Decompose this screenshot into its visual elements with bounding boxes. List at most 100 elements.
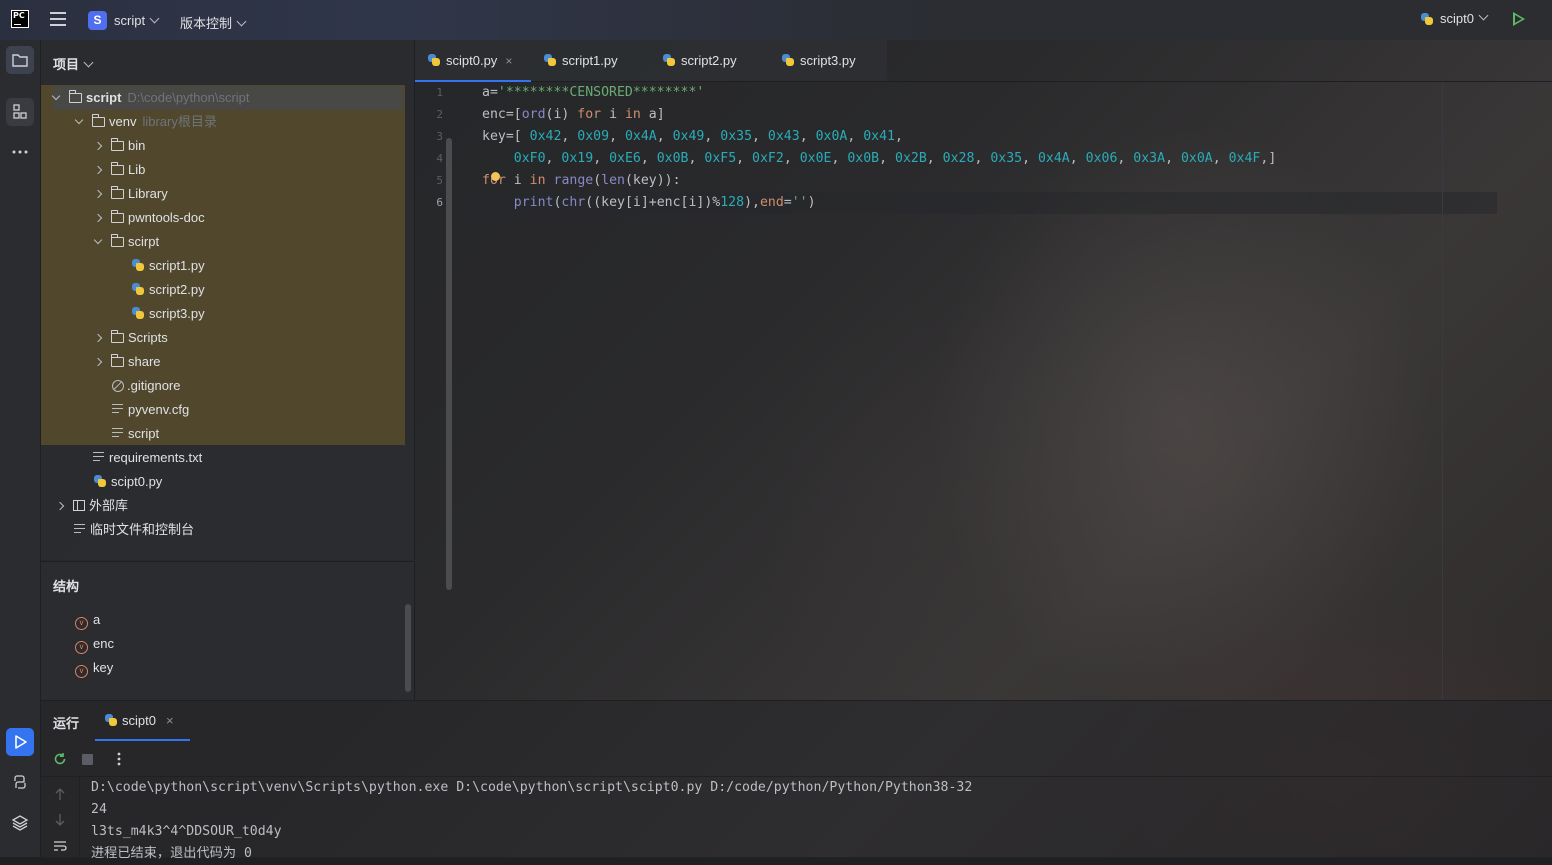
chevron-right-icon[interactable]	[93, 189, 103, 199]
run-config-name: scipt0	[1440, 11, 1474, 26]
chevron-down-icon[interactable]	[51, 91, 61, 101]
tree-item[interactable]: 临时文件和控制台	[57, 518, 194, 542]
soft-wrap-icon[interactable]	[52, 839, 68, 853]
chevron-down-icon[interactable]	[93, 235, 103, 245]
run-config-selector[interactable]: scipt0	[1420, 10, 1489, 26]
tree-item[interactable]: Lib	[93, 158, 145, 182]
python-icon	[662, 53, 676, 67]
main-menu-icon[interactable]	[50, 12, 66, 26]
tree-item[interactable]: pyvenv.cfg	[95, 398, 189, 422]
close-icon[interactable]: ×	[166, 713, 174, 728]
vcs-menu[interactable]: 版本控制	[180, 13, 247, 32]
close-icon[interactable]: ×	[505, 54, 512, 68]
tree-item[interactable]: bin	[93, 134, 145, 158]
tree-item-label: pyvenv.cfg	[128, 402, 190, 417]
tree-item[interactable]: script D:\code\python\script	[51, 86, 403, 110]
structure-tool-button[interactable]	[6, 98, 34, 126]
python-console-button[interactable]	[6, 768, 34, 796]
scroll-up-icon[interactable]	[54, 787, 66, 801]
tree-item[interactable]: venv library根目录	[74, 110, 217, 134]
run-icon[interactable]	[1513, 12, 1525, 26]
project-badge-icon[interactable]: S	[88, 11, 107, 30]
tab-label: scipt0.py	[446, 53, 498, 68]
chevron-right-icon[interactable]	[93, 333, 103, 343]
line-number: 6	[436, 196, 443, 209]
code-line[interactable]: 0xF0, 0x19, 0xE6, 0x0B, 0xF5, 0xF2, 0x0E…	[482, 148, 1277, 170]
console-line: D:\code\python\script\venv\Scripts\pytho…	[91, 780, 973, 795]
ignore-file-icon	[112, 380, 124, 392]
tree-item[interactable]: .gitignore	[95, 374, 180, 398]
run-tool-button[interactable]	[6, 728, 34, 756]
run-panel: 运行 scipt0 × D:\code\python\script\venv\Sc…	[41, 700, 1552, 861]
more-vertical-icon[interactable]	[113, 751, 125, 767]
variable-icon: v	[75, 641, 88, 654]
text-file-icon	[112, 404, 123, 414]
chevron-down-icon[interactable]	[74, 115, 84, 125]
console-line: 24	[91, 802, 107, 817]
folder-icon	[111, 210, 124, 223]
run-tab-indicator	[95, 739, 190, 741]
tab-scipt0[interactable]: scipt0.py ×	[415, 40, 531, 82]
structure-item[interactable]: v key	[75, 656, 113, 680]
stop-icon[interactable]	[82, 754, 93, 765]
chevron-right-icon[interactable]	[93, 165, 103, 175]
tree-item[interactable]: share	[93, 350, 161, 374]
text-file-icon	[93, 452, 104, 462]
structure-scrollbar[interactable]	[405, 604, 411, 692]
scroll-down-icon[interactable]	[54, 813, 66, 827]
tree-item-label: pwntools-doc	[128, 210, 205, 225]
rerun-icon[interactable]	[52, 751, 68, 767]
code-line[interactable]: a='********CENSORED********'	[482, 82, 704, 104]
project-switcher[interactable]: script	[114, 13, 160, 28]
folder-icon	[111, 162, 124, 175]
tab-script1[interactable]: script1.py	[531, 40, 650, 81]
structure-item[interactable]: v enc	[75, 632, 114, 656]
project-name: script	[114, 13, 146, 28]
structure-item-label: enc	[93, 636, 114, 651]
tree-item-hint: D:\code\python\script	[127, 90, 250, 105]
tree-item[interactable]: scipt0.py	[76, 470, 162, 494]
tab-script2[interactable]: script2.py	[650, 40, 769, 81]
project-tool-button[interactable]	[6, 46, 34, 74]
run-tab-scipt0[interactable]: scipt0 ×	[104, 713, 174, 728]
chevron-right-icon[interactable]	[93, 213, 103, 223]
more-tools-button[interactable]	[6, 138, 34, 166]
tree-item-label: script1.py	[149, 258, 205, 273]
code-line[interactable]: print(chr((key[i]+enc[i])%128),end='')	[482, 192, 816, 214]
chevron-right-icon[interactable]	[55, 501, 65, 511]
tool-window-rail	[0, 40, 41, 857]
tree-item[interactable]: script2.py	[114, 278, 205, 302]
line-number: 4	[436, 152, 443, 165]
chevron-right-icon[interactable]	[93, 357, 103, 367]
structure-panel: 结构 v a v enc v key	[41, 561, 415, 700]
line-number: 1	[436, 86, 443, 99]
tree-item[interactable]: requirements.txt	[76, 446, 202, 470]
console-line: 进程已结束，退出代码为 0	[91, 846, 252, 861]
structure-item-label: a	[93, 612, 101, 627]
services-button[interactable]	[6, 808, 34, 836]
tree-item[interactable]: pwntools-doc	[93, 206, 205, 230]
python-file-icon	[131, 306, 145, 320]
lightbulb-icon[interactable]	[491, 172, 500, 181]
tree-item[interactable]: Library	[93, 182, 168, 206]
tree-item[interactable]: 外部库	[55, 494, 128, 518]
structure-item[interactable]: va	[75, 608, 100, 632]
folder-icon	[12, 54, 28, 67]
tree-item-label: Library	[128, 186, 168, 201]
python-icon	[543, 53, 557, 67]
tab-label: script3.py	[800, 53, 856, 68]
tree-item[interactable]: script1.py	[114, 254, 205, 278]
project-panel-title[interactable]: 项目	[53, 54, 94, 73]
code-line[interactable]: enc=[ord(i) for i in a]	[482, 104, 665, 126]
chevron-right-icon[interactable]	[93, 141, 103, 151]
tree-item[interactable]: Scripts	[93, 326, 168, 350]
code-line[interactable]: key=[ 0x42, 0x09, 0x4A, 0x49, 0x35, 0x43…	[482, 126, 903, 148]
tab-script3[interactable]: script3.py	[769, 40, 887, 81]
tree-item[interactable]: script	[95, 422, 159, 446]
code-line[interactable]: for i in range(len(key)):	[482, 170, 681, 192]
tree-item[interactable]: script3.py	[114, 302, 205, 326]
structure-icon	[13, 104, 27, 119]
structure-panel-title: 结构	[53, 579, 80, 594]
tree-item[interactable]: scirpt	[93, 230, 159, 254]
run-panel-title: 运行	[53, 716, 80, 731]
